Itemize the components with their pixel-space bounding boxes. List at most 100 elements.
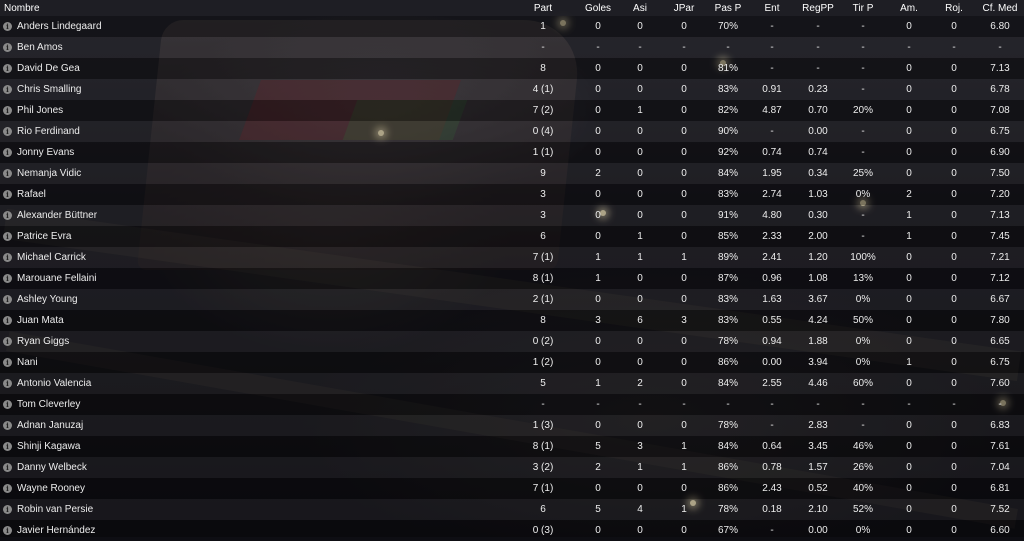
column-header-am[interactable]: Am. <box>886 0 932 16</box>
info-icon[interactable]: i <box>3 504 12 514</box>
column-header-nombre[interactable]: Nombre <box>0 0 510 16</box>
info-icon[interactable]: i <box>3 147 12 157</box>
table-row[interactable]: i Rafael 3 0 0 0 83% 2.74 1.03 0% 2 0 7.20 <box>0 184 1024 205</box>
player-name[interactable]: Ashley Young <box>17 294 78 305</box>
info-icon[interactable]: i <box>3 273 12 283</box>
table-row[interactable]: i Rio Ferdinand 0 (4) 0 0 0 90% - 0.00 - 0 0 6.75 <box>0 121 1024 142</box>
player-name[interactable]: Ben Amos <box>17 42 63 53</box>
info-icon[interactable]: i <box>3 84 12 94</box>
table-row[interactable]: i Shinji Kagawa 8 (1) 5 3 1 84% 0.64 3.45 46% 0 0 7.… <box>0 436 1024 457</box>
column-header-roj[interactable]: Roj. <box>932 0 976 16</box>
table-row[interactable]: i Patrice Evra 6 0 1 0 85% 2.33 2.00 - 1 0 7.45 <box>0 226 1024 247</box>
table-row[interactable]: i Ashley Young 2 (1) 0 0 0 83% 1.63 3.67 0% 0 0 6.67 <box>0 289 1024 310</box>
table-row[interactable]: i Adnan Januzaj 1 (3) 0 0 0 78% - 2.83 - 0 0 6.83 <box>0 415 1024 436</box>
info-icon[interactable]: i <box>3 210 12 220</box>
regpp-cell: 0.34 <box>808 168 828 179</box>
player-name[interactable]: Shinji Kagawa <box>17 441 80 452</box>
info-icon[interactable]: i <box>3 63 12 73</box>
table-row[interactable]: i Marouane Fellaini 8 (1) 1 0 0 87% 0.96 1.08 13%… <box>0 268 1024 289</box>
column-header-pas-p[interactable]: Pas P <box>708 0 748 16</box>
goles-cell: 0 <box>595 84 601 95</box>
info-icon[interactable]: i <box>3 168 12 178</box>
table-row[interactable]: i Juan Mata 8 3 6 3 83% 0.55 4.24 50% 0 0 7.80 <box>0 310 1024 331</box>
info-icon[interactable]: i <box>3 126 12 136</box>
info-icon[interactable]: i <box>3 441 12 451</box>
player-name[interactable]: Marouane Fellaini <box>17 273 97 284</box>
player-name[interactable]: Danny Welbeck <box>17 462 87 473</box>
player-name[interactable]: Antonio Valencia <box>17 378 91 389</box>
table-row[interactable]: i Danny Welbeck 3 (2) 2 1 1 86% 0.78 1.57 26% 0 0 7.… <box>0 457 1024 478</box>
jpar-cell: - <box>682 399 686 410</box>
info-icon[interactable]: i <box>3 378 12 388</box>
column-header-goles[interactable]: Goles <box>576 0 620 16</box>
info-icon[interactable]: i <box>3 525 12 535</box>
table-row[interactable]: i Tom Cleverley - - - - - - - - - - - <box>0 394 1024 415</box>
info-icon[interactable]: i <box>3 189 12 199</box>
player-name[interactable]: Rio Ferdinand <box>17 126 80 137</box>
player-name[interactable]: Nani <box>17 357 38 368</box>
pas-p-cell: 83% <box>717 315 738 326</box>
table-row[interactable]: i Robin van Persie 6 5 4 1 78% 0.18 2.10 52% 0 0 7.5… <box>0 499 1024 520</box>
player-name[interactable]: Michael Carrick <box>17 252 86 263</box>
table-row[interactable]: i Ryan Giggs 0 (2) 0 0 0 78% 0.94 1.88 0% 0 0 6.65 <box>0 331 1024 352</box>
goles-cell: 5 <box>595 441 601 452</box>
ent-cell: 0.91 <box>762 84 782 95</box>
player-name[interactable]: Nemanja Vidic <box>17 168 81 179</box>
player-name[interactable]: Rafael <box>17 189 46 200</box>
column-header-asi[interactable]: Asi <box>620 0 660 16</box>
column-header-jpar[interactable]: JPar <box>660 0 708 16</box>
column-header-tir-p[interactable]: Tir P <box>840 0 886 16</box>
info-icon[interactable]: i <box>3 462 12 472</box>
table-row[interactable]: i Nani 1 (2) 0 0 0 86% 0.00 3.94 0% 1 0 6.75 <box>0 352 1024 373</box>
table-row[interactable]: i Phil Jones 7 (2) 0 1 0 82% 4.87 0.70 20% 0 0 7.08 <box>0 100 1024 121</box>
table-row[interactable]: i Antonio Valencia 5 1 2 0 84% 2.55 4.46 60% 0 0 7.6… <box>0 373 1024 394</box>
player-name[interactable]: Adnan Januzaj <box>17 420 83 431</box>
table-row[interactable]: i David De Gea 8 0 0 0 81% - - - 0 0 7.13 <box>0 58 1024 79</box>
info-icon[interactable]: i <box>3 294 12 304</box>
player-name[interactable]: Javier Hernández <box>17 525 95 536</box>
am-cell: 0 <box>906 252 912 263</box>
info-icon[interactable]: i <box>3 357 12 367</box>
player-name[interactable]: Jonny Evans <box>17 147 74 158</box>
table-row[interactable]: i Jonny Evans 1 (1) 0 0 0 92% 0.74 0.74 - 0 0 6.90 <box>0 142 1024 163</box>
player-name[interactable]: Chris Smalling <box>17 84 81 95</box>
column-header-part[interactable]: Part <box>510 0 576 16</box>
player-name[interactable]: Alexander Büttner <box>17 210 97 221</box>
player-name[interactable]: Anders Lindegaard <box>17 21 102 32</box>
column-header-regpp[interactable]: RegPP <box>796 0 840 16</box>
info-icon[interactable]: i <box>3 399 12 409</box>
table-row[interactable]: i Ben Amos - - - - - - - - - - - <box>0 37 1024 58</box>
roj-cell: 0 <box>951 525 957 536</box>
cf-med-cell: 7.08 <box>990 105 1010 116</box>
jpar-cell: 0 <box>681 105 687 116</box>
ent-cell: 0.00 <box>762 357 782 368</box>
table-row[interactable]: i Alexander Büttner 3 0 0 0 91% 4.80 0.30 - 1 0 7.13 <box>0 205 1024 226</box>
player-name[interactable]: Robin van Persie <box>17 504 93 515</box>
info-icon[interactable]: i <box>3 252 12 262</box>
regpp-cell: 2.83 <box>808 420 828 431</box>
table-row[interactable]: i Chris Smalling 4 (1) 0 0 0 83% 0.91 0.23 - 0 0 6.7… <box>0 79 1024 100</box>
table-row[interactable]: i Michael Carrick 7 (1) 1 1 1 89% 2.41 1.20 100% 0… <box>0 247 1024 268</box>
player-name[interactable]: Patrice Evra <box>17 231 71 242</box>
column-header-cf-med[interactable]: Cf. Med <box>976 0 1024 16</box>
player-name[interactable]: Tom Cleverley <box>17 399 80 410</box>
table-row[interactable]: i Javier Hernández 0 (3) 0 0 0 67% - 0.00 0% 0 0 6.6… <box>0 520 1024 541</box>
player-name[interactable]: Juan Mata <box>17 315 64 326</box>
info-icon[interactable]: i <box>3 420 12 430</box>
table-row[interactable]: i Anders Lindegaard 1 0 0 0 70% - - - 0 0 6.80 <box>0 16 1024 37</box>
info-icon[interactable]: i <box>3 42 12 52</box>
table-row[interactable]: i Nemanja Vidic 9 2 0 0 84% 1.95 0.34 25% 0 0 7.50 <box>0 163 1024 184</box>
info-icon[interactable]: i <box>3 315 12 325</box>
part-cell: 7 (1) <box>532 483 554 494</box>
player-name[interactable]: Ryan Giggs <box>17 336 69 347</box>
info-icon[interactable]: i <box>3 231 12 241</box>
player-name[interactable]: Phil Jones <box>17 105 63 116</box>
column-header-ent[interactable]: Ent <box>748 0 796 16</box>
table-row[interactable]: i Wayne Rooney 7 (1) 0 0 0 86% 2.43 0.52 40% 0 0 6.8… <box>0 478 1024 499</box>
info-icon[interactable]: i <box>3 336 12 346</box>
info-icon[interactable]: i <box>3 105 12 115</box>
player-name[interactable]: Wayne Rooney <box>17 483 85 494</box>
info-icon[interactable]: i <box>3 21 12 31</box>
info-icon[interactable]: i <box>3 483 12 493</box>
player-name[interactable]: David De Gea <box>17 63 80 74</box>
